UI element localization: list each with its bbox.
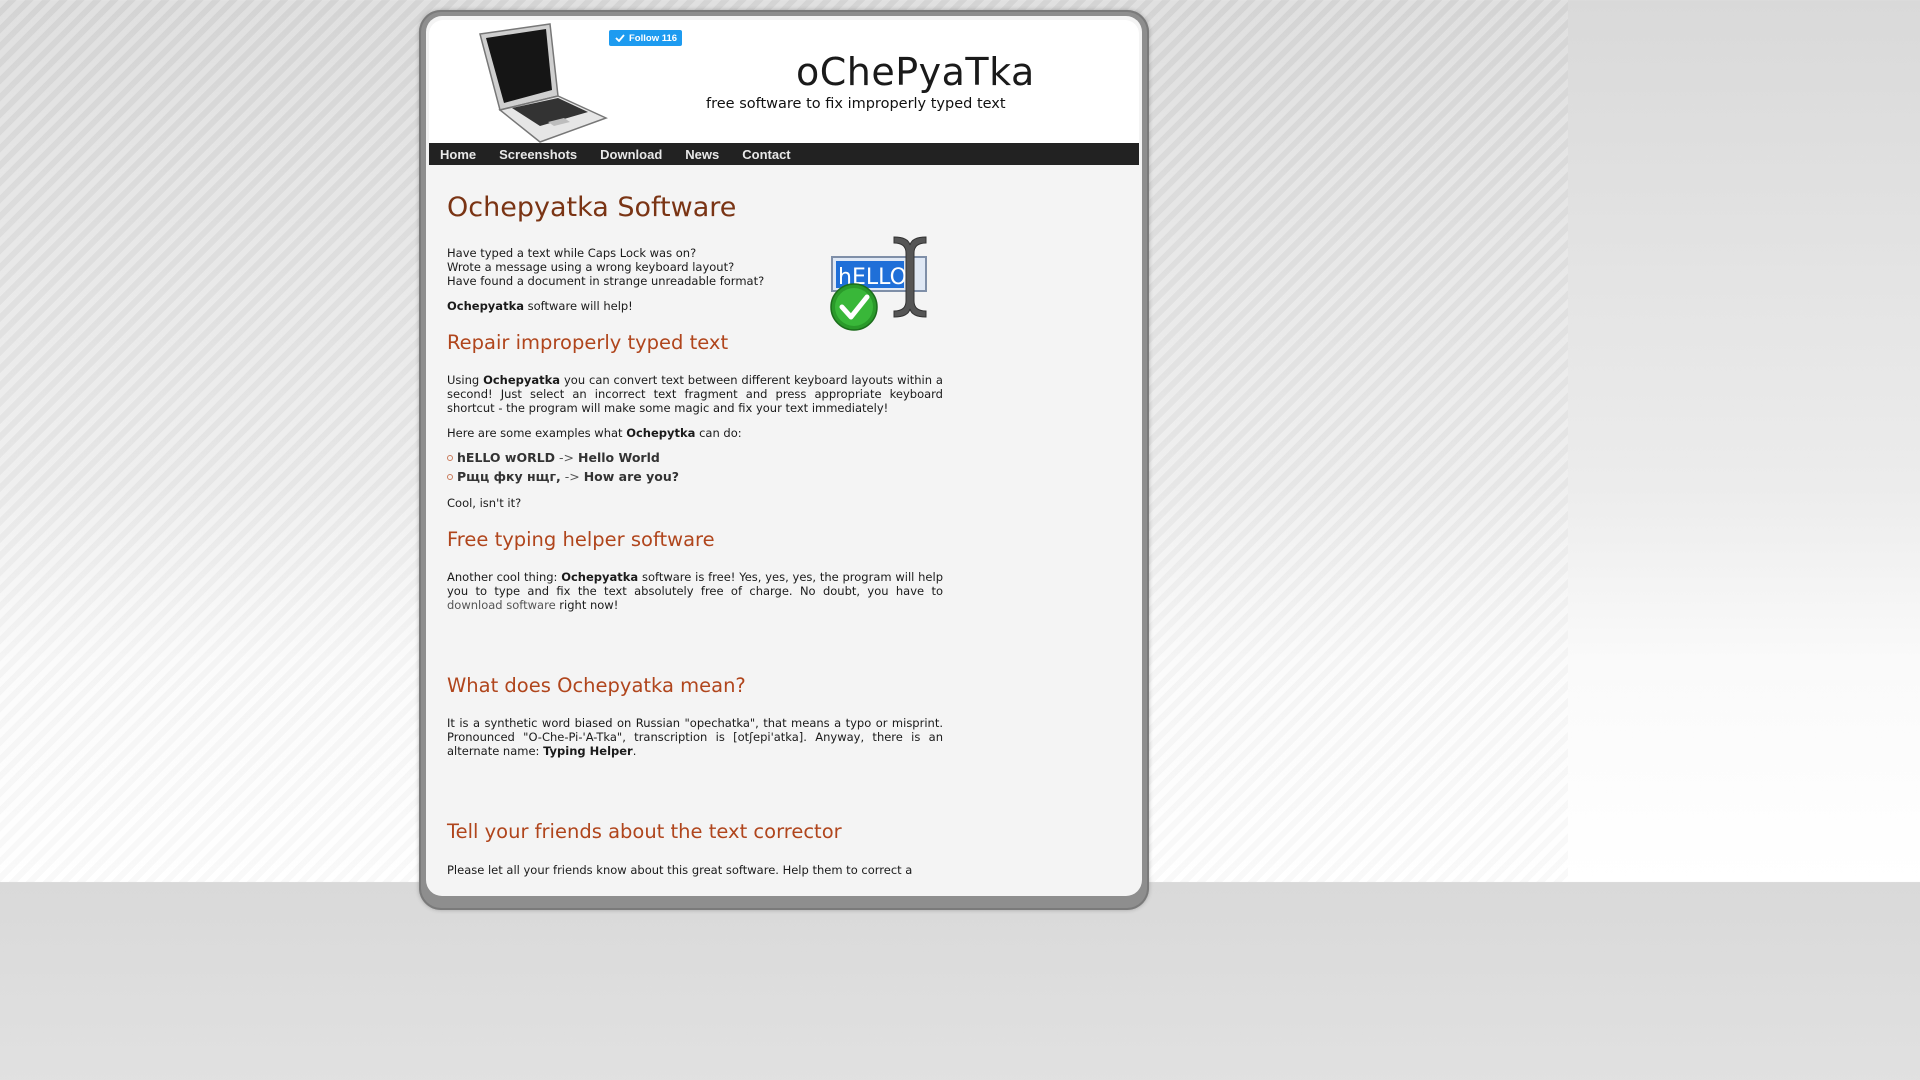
nav-screenshots[interactable]: Screenshots xyxy=(499,147,577,162)
section-title-meaning: What does Ochepyatka mean? xyxy=(447,674,746,697)
example-item-2: Рщц фку нщг, -> How are you? xyxy=(447,469,679,484)
example-item-1: hELLO wORLD -> Hello World xyxy=(447,450,660,465)
section-text-friends: Please let all your friends know about t… xyxy=(447,863,913,877)
bullet-icon xyxy=(447,454,453,461)
example-2-arrow: -> xyxy=(564,469,580,484)
nav-home[interactable]: Home xyxy=(440,147,476,162)
repair-text-pre: Using xyxy=(447,373,484,387)
site-title[interactable]: oChePyaTka xyxy=(796,50,1035,94)
section-title-repair: Repair improperly typed text xyxy=(447,331,729,354)
text-cursor-check-icon: hELLO xyxy=(830,236,927,331)
check-icon xyxy=(615,34,625,42)
example-1-to: Hello World xyxy=(578,450,660,465)
examples-intro: Here are some examples what Ochepytka ca… xyxy=(447,426,943,440)
section-text-repair: Using Ochepyatka you can convert text be… xyxy=(447,373,943,415)
main-nav: Home Screenshots Download News Contact xyxy=(429,143,1139,165)
section-text-meaning: It is a synthetic word biased on Russian… xyxy=(447,716,943,758)
free-text-post: right now! xyxy=(555,598,619,612)
section-text-free: Another cool thing: Ochepyatka software … xyxy=(447,570,943,612)
follow-button[interactable]: Follow 116 xyxy=(609,30,682,46)
download-software-link[interactable]: download software xyxy=(447,598,556,612)
repair-text-bold: Ochepyatka xyxy=(483,373,561,387)
example-1-arrow: -> xyxy=(559,450,575,465)
examples-post: can do: xyxy=(695,426,742,440)
examples-bold: Ochepytka xyxy=(626,426,696,440)
section-title-friends: Tell your friends about the text correct… xyxy=(447,820,842,843)
meaning-text-bold: Typing Helper xyxy=(543,744,633,758)
follow-label: Follow 116 xyxy=(629,32,678,44)
examples-pre: Here are some examples what xyxy=(447,426,627,440)
free-text-bold: Ochepyatka xyxy=(561,570,639,584)
nav-download[interactable]: Download xyxy=(600,147,662,162)
nav-news[interactable]: News xyxy=(685,147,719,162)
nav-contact[interactable]: Contact xyxy=(742,147,790,162)
help-bold: Ochepyatka xyxy=(447,299,524,313)
free-text-pre: Another cool thing: xyxy=(447,570,562,584)
help-rest: software will help! xyxy=(523,299,633,313)
page-title: Ochepyatka Software xyxy=(447,192,737,223)
site-tagline: free software to fix improperly typed te… xyxy=(706,96,1006,112)
example-2-to: How are you? xyxy=(583,469,679,484)
section-title-free: Free typing helper software xyxy=(447,528,715,551)
bullet-icon xyxy=(447,473,453,480)
meaning-text-post: . xyxy=(632,744,637,758)
cool-text: Cool, isn't it? xyxy=(447,496,522,510)
meaning-text-pre: It is a synthetic word biased on Russian… xyxy=(447,716,943,758)
example-2-from: Рщц фку нщг, xyxy=(457,469,561,484)
laptop-logo-icon xyxy=(479,23,608,143)
example-1-from: hELLO wORLD xyxy=(457,450,556,465)
